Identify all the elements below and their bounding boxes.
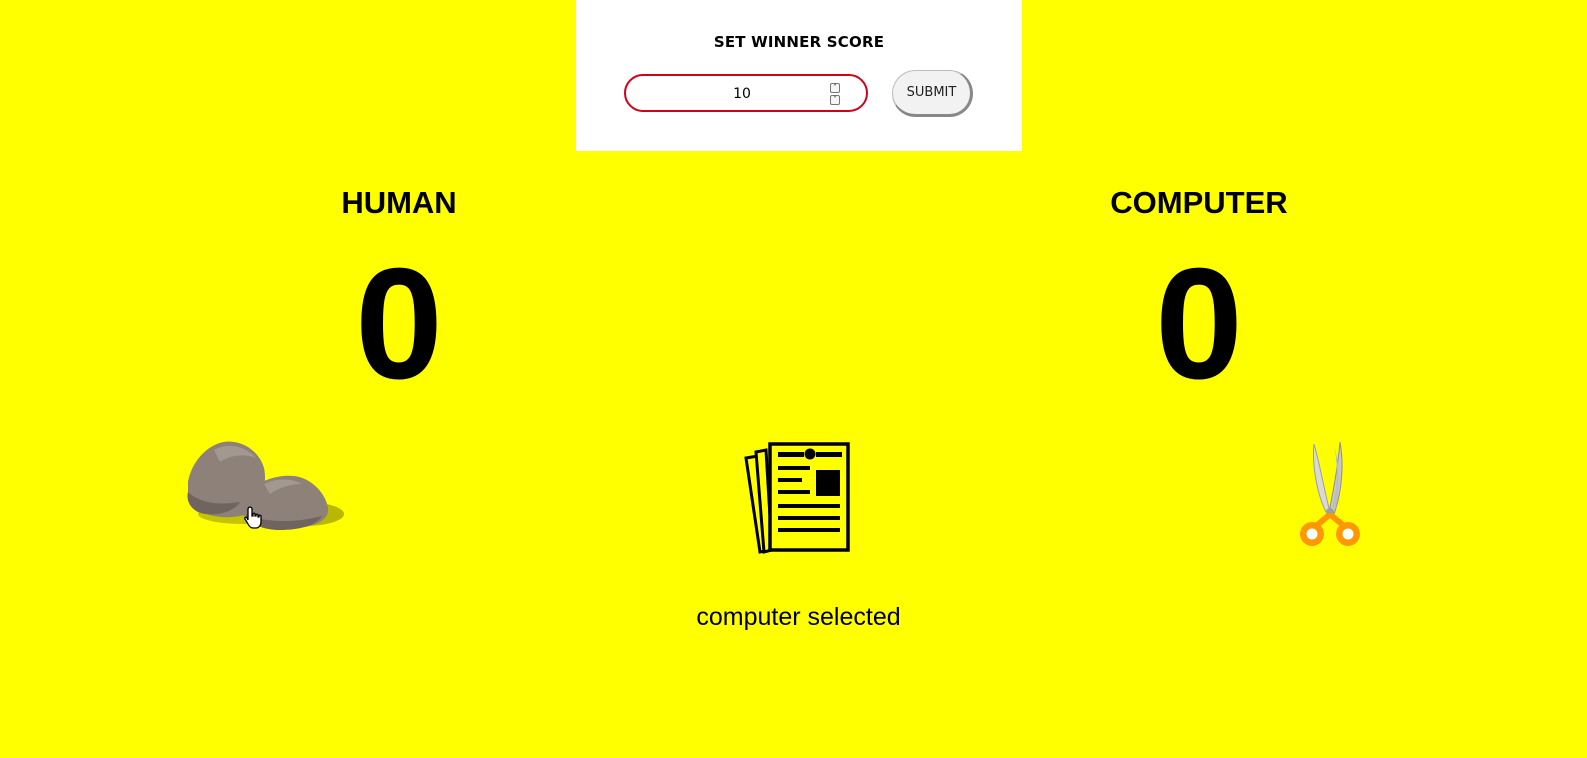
winner-score-panel: SET WINNER SCORE ˄ ˅ SUBMIT: [576, 0, 1022, 151]
rock-icon: [187, 441, 344, 530]
status-message: computer selected: [696, 603, 901, 631]
winner-score-input[interactable]: [640, 82, 844, 106]
hand-cursor-icon: [244, 506, 262, 529]
paper-choice-button[interactable]: [744, 442, 854, 554]
chevron-up-icon[interactable]: ˄: [830, 83, 840, 93]
scissors-icon: [1300, 441, 1360, 546]
submit-button[interactable]: SUBMIT: [892, 70, 973, 117]
chevron-down-icon[interactable]: ˅: [830, 95, 840, 105]
human-score: 0: [355, 236, 443, 412]
rock-choice-button[interactable]: [184, 440, 348, 534]
number-spinner[interactable]: ˄ ˅: [830, 83, 842, 107]
game-page: SET WINNER SCORE ˄ ˅ SUBMIT HUMAN COMPUT…: [0, 0, 1587, 758]
computer-score: 0: [1155, 236, 1243, 412]
human-label: HUMAN: [341, 185, 457, 220]
settings-title: SET WINNER SCORE: [713, 33, 885, 51]
scissors-choice-button[interactable]: [1298, 441, 1366, 554]
winner-score-input-wrapper[interactable]: ˄ ˅: [624, 74, 868, 112]
paper-icon: [744, 442, 850, 554]
computer-label: COMPUTER: [1110, 185, 1288, 220]
